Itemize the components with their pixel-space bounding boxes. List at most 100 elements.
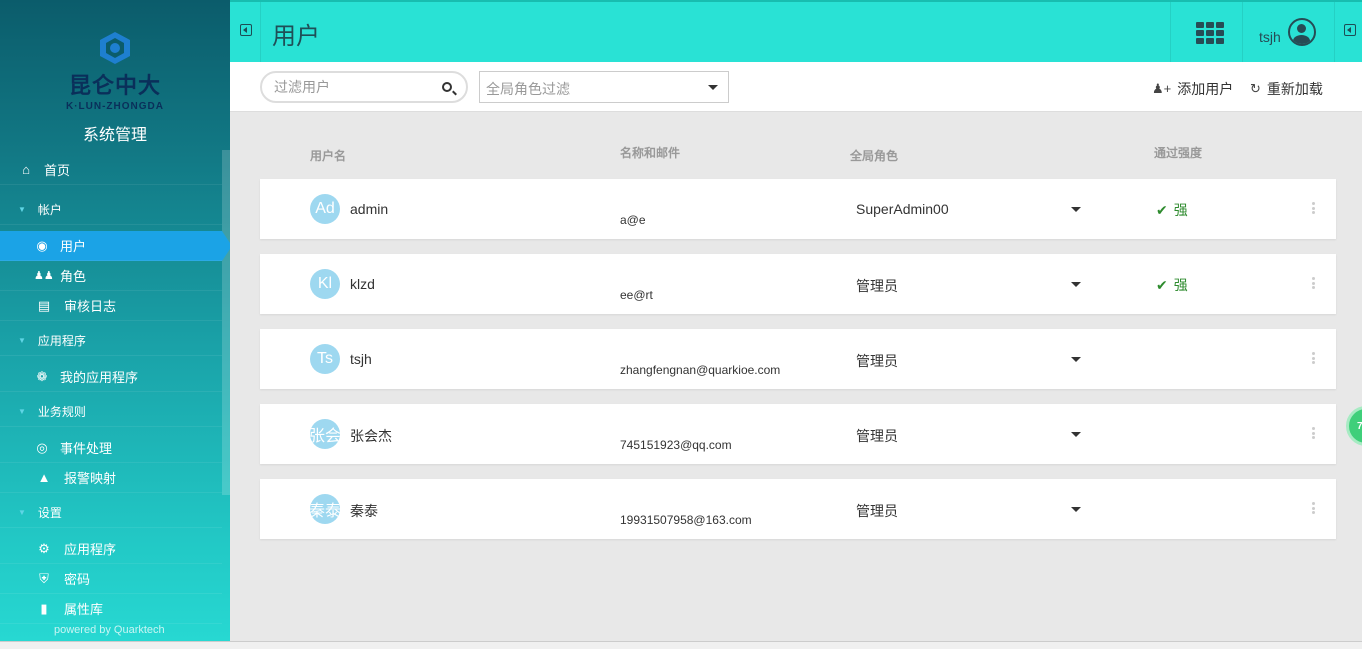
role-select[interactable]: SuperAdmin00 [856,201,949,217]
sidebar-item-label: 事件处理 [60,441,113,456]
column-header-password-strength: 通过强度 [1154,146,1203,160]
table-row[interactable]: 张会 张会杰 745151923@qq.com 管理员 [260,404,1336,464]
avatar: Ts [310,344,340,374]
username[interactable]: klzd [350,276,375,292]
username[interactable]: 张会杰 [350,426,392,446]
sidebar-scrollbar[interactable] [222,150,230,495]
more-options-icon[interactable] [1312,352,1315,364]
app-switcher-icon[interactable] [1196,22,1224,44]
role-select[interactable]: 管理员 [856,351,898,371]
table-row[interactable]: Kl klzd ee@rt 管理员 ✔ 强 [260,254,1336,314]
table-row[interactable]: 秦泰 秦泰 19931507958@163.com 管理员 [260,479,1336,539]
system-title: 系统管理 [82,127,147,144]
sidebar-item-attribute-library[interactable]: ▮ 属性库 [0,594,222,624]
sidebar-group-settings[interactable]: ▼ 设置 [0,498,222,528]
role-select[interactable]: 管理员 [856,426,898,446]
column-header-username: 用户名 [310,149,347,163]
current-user-name[interactable]: tsjh [1259,29,1281,45]
avatar: 秦泰 [310,494,340,524]
sidebar-item-home[interactable]: ⌂ 首页 [0,155,222,185]
home-icon: ⌂ [22,162,30,177]
table-row[interactable]: Ad admin a@e SuperAdmin00 ✔ 强 [260,179,1336,239]
cubes-icon: ❁ [36,368,48,384]
collapse-left-icon[interactable] [240,24,252,36]
password-strength: ✔ 强 [1156,275,1188,295]
collapse-right-icon[interactable] [1344,24,1356,36]
sidebar-item-users[interactable]: ◉ 用户 [0,231,230,261]
sidebar-item-alarm-mapping[interactable]: ▲ 报警映射 [0,463,222,493]
username[interactable]: 秦泰 [350,501,378,521]
sidebar-item-my-applications[interactable]: ❁ 我的应用程序 [0,362,222,392]
sidebar-group-account[interactable]: ▼ 帐户 [0,195,222,225]
toolbar: 全局角色过滤 ♟+ 添加用户 ↻ 重新加载 [230,62,1362,112]
role-select[interactable]: 管理员 [856,501,898,521]
more-options-icon[interactable] [1312,427,1315,439]
check-icon: ✔ [1156,201,1168,218]
check-icon: ✔ [1156,276,1168,293]
more-options-icon[interactable] [1312,202,1315,214]
more-options-icon[interactable] [1312,502,1315,514]
caret-down-icon[interactable] [1071,282,1081,287]
sidebar-group-label: 设置 [37,506,62,520]
reload-label: 重新加载 [1266,81,1323,97]
logo-subtext: K·LUN-ZHONGDA [66,101,164,112]
more-options-icon[interactable] [1312,277,1315,289]
strength-label: 强 [1173,277,1188,293]
caret-down-icon: ▼ [18,205,26,214]
sidebar-item-audit-log[interactable]: ▤ 审核日志 [0,291,222,321]
role-select[interactable]: 管理员 [856,276,898,296]
caret-down-icon[interactable] [1071,432,1081,437]
powered-by: powered by Quarktech [54,624,165,636]
sidebar-item-event-processing[interactable]: ◎ 事件处理 [0,433,222,463]
browser-status-bar [0,641,1362,649]
divider [1170,2,1171,62]
email: 745151923@qq.com [620,438,732,452]
sidebar-group-applications[interactable]: ▼ 应用程序 [0,326,222,356]
broadcast-icon: ◎ [36,439,48,455]
avatar: Ad [310,194,340,224]
divider [1334,2,1335,62]
global-role-filter[interactable]: 全局角色过滤 [479,71,729,103]
sidebar-group-label: 应用程序 [37,334,86,348]
caret-down-icon[interactable] [1071,207,1081,212]
sidebar-item-label: 我的应用程序 [60,370,139,385]
username[interactable]: admin [350,201,388,217]
caret-down-icon[interactable] [1071,507,1081,512]
logo-mark-icon [95,30,135,66]
search-icon[interactable] [442,82,452,92]
sidebar-item-roles[interactable]: ♟♟ 角色 [0,261,222,291]
role-filter-placeholder: 全局角色过滤 [486,81,570,97]
logo: 昆仑中大 K·LUN-ZHONGDA [0,30,230,112]
sidebar: 昆仑中大 K·LUN-ZHONGDA 系统管理 ⌂ 首页 ▼ 帐户 ◉ 用户 ♟… [0,0,230,641]
sidebar-item-password[interactable]: ⛨ 密码 [0,564,222,594]
caret-down-icon[interactable] [1071,357,1081,362]
column-header-global-role: 全局角色 [850,149,899,163]
email: zhangfengnan@quarkioe.com [620,363,781,377]
reload-button[interactable]: ↻ 重新加载 [1250,79,1323,99]
caret-down-icon: ▼ [18,508,26,517]
add-user-label: 添加用户 [1177,81,1234,97]
email: 19931507958@163.com [620,513,752,527]
search-input[interactable] [274,79,434,95]
strength-label: 强 [1173,202,1188,218]
table-row[interactable]: Ts tsjh zhangfengnan@quarkioe.com 管理员 [260,329,1336,389]
sidebar-item-label: 报警映射 [64,471,117,486]
password-strength: ✔ 强 [1156,200,1188,220]
user-search [260,71,468,103]
log-icon: ▤ [37,297,51,313]
sidebar-group-business-rules[interactable]: ▼ 业务规则 [0,397,222,427]
email: ee@rt [620,288,653,302]
sidebar-item-app-settings[interactable]: ⚙ 应用程序 [0,534,222,564]
caret-down-icon: ▼ [18,336,26,345]
sidebar-group-label: 帐户 [37,203,62,217]
page-title: 用户 [272,23,320,50]
add-user-button[interactable]: ♟+ 添加用户 [1152,79,1233,99]
sidebar-item-label: 审核日志 [64,299,117,314]
sidebar-item-label: 角色 [60,269,87,284]
username[interactable]: tsjh [350,351,372,367]
user-avatar-icon[interactable] [1288,18,1316,46]
caret-down-icon: ▼ [18,407,26,416]
book-icon: ▮ [40,600,48,616]
user-plus-icon: ♟+ [1152,81,1172,96]
user-circle-icon: ◉ [36,237,48,253]
